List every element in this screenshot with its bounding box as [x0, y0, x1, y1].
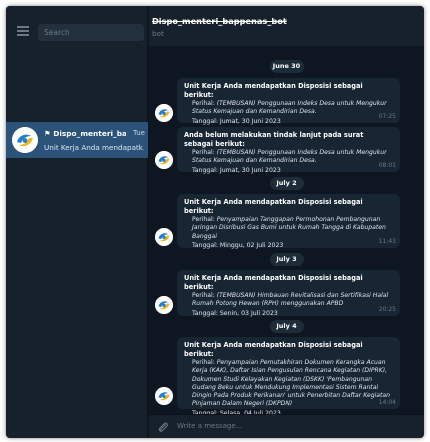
message-time: 20:25: [378, 306, 396, 313]
message-time: 08:01: [378, 162, 396, 169]
date-separator: June 30: [269, 60, 304, 73]
bappenas-logo-icon: [12, 127, 38, 153]
bappenas-logo-icon: [155, 296, 173, 314]
message-tanggal: Tanggal: Jumat, 30 Juni 2023: [192, 117, 281, 125]
perihal-text: (TEMBUSAN) Himbauan Revitalisasi dan Ser…: [192, 292, 389, 308]
message-perihal: Perihal: (TEMBUSAN) Penggunaan Indeks De…: [184, 100, 394, 117]
chat-header-title: Dispo_menteri_bappenas_bot: [152, 16, 287, 26]
bappenas-logo-icon: [155, 104, 173, 122]
message-perihal: Perihal: (TEMBUSAN) Penggunaan Indeks De…: [184, 149, 394, 166]
bot-avatar: [155, 387, 173, 405]
sidebar-topbar: Search: [6, 6, 148, 46]
message-title: Unit Kerja Anda mendapatkan Disposisi se…: [184, 82, 363, 99]
message-bubble[interactable]: Unit Kerja Anda mendapatkan Disposisi se…: [177, 337, 400, 417]
message-time: 11:43: [378, 238, 396, 245]
chat-list-sidebar: Search ⚑ Dispo_menteri_bapp... Tue Unit …: [6, 6, 148, 438]
bot-avatar: [155, 228, 173, 246]
message-bubble[interactable]: Unit Kerja Anda mendapatkan Disposisi se…: [177, 194, 400, 249]
chat-title-text: Dispo_menteri_bapp...: [53, 129, 126, 138]
bappenas-logo-icon: [155, 228, 173, 246]
bot-avatar: [155, 296, 173, 314]
chat-header-status: bot: [152, 29, 164, 38]
bot-avatar: [155, 104, 173, 122]
perihal-text: (TEMBUSAN) Penggunaan Indeks Desa untuk …: [192, 100, 387, 116]
hamburger-menu-icon[interactable]: [17, 26, 29, 36]
bot-avatar: [155, 151, 173, 169]
message-title: Unit Kerja Anda mendapatkan Disposisi se…: [184, 274, 363, 291]
message-perihal: Perihal: Penyampaian Pemutakhiran Dokume…: [184, 359, 394, 409]
chat-list-item[interactable]: ⚑ Dispo_menteri_bapp... Tue Unit Kerja A…: [6, 122, 148, 158]
chat-header[interactable]: Dispo_menteri_bappenas_bot bot: [149, 6, 424, 46]
perihal-label: Perihal:: [192, 292, 215, 299]
search-input[interactable]: Search: [38, 24, 144, 41]
telegram-window: Search ⚑ Dispo_menteri_bapp... Tue Unit …: [6, 6, 424, 438]
perihal-label: Perihal:: [192, 149, 215, 156]
message-time: 14:04: [378, 399, 396, 406]
message-list[interactable]: June 30 Unit Kerja Anda mendapatkan Disp…: [149, 46, 424, 417]
message-perihal: Perihal: (TEMBUSAN) Himbauan Revitalisas…: [184, 292, 394, 309]
message-bubble[interactable]: Unit Kerja Anda mendapatkan Disposisi se…: [177, 78, 400, 125]
message-tanggal: Tanggal: Senin, 03 Juli 2023: [192, 309, 278, 317]
chat-preview: Unit Kerja Anda mendapatk...: [44, 143, 144, 152]
message-tanggal: Tanggal: Jumat, 30 Juni 2023: [192, 166, 281, 174]
message-title: Unit Kerja Anda mendapatkan Disposisi se…: [184, 341, 363, 358]
paperclip-icon[interactable]: [156, 420, 170, 434]
perihal-label: Perihal:: [192, 100, 215, 107]
message-title: Anda belum melakukan tindak lanjut pada …: [184, 131, 364, 148]
chat-title: ⚑ Dispo_menteri_bapp...: [44, 129, 126, 138]
message-bubble[interactable]: Anda belum melakukan tindak lanjut pada …: [177, 127, 400, 174]
message-perihal: Perihal: Penyampaian Tanggapan Permohona…: [184, 216, 394, 241]
message-title: Unit Kerja Anda mendapatkan Disposisi se…: [184, 198, 363, 215]
bappenas-logo-icon: [155, 151, 173, 169]
date-separator: July 4: [269, 320, 304, 333]
perihal-label: Perihal:: [192, 216, 215, 223]
message-tanggal: Tanggal: Minggu, 02 Juli 2023: [192, 241, 284, 249]
perihal-text: Penyampaian Pemutakhiran Dokumen Kerangk…: [192, 359, 391, 408]
message-composer: Write a message...: [149, 414, 424, 438]
message-bubble[interactable]: Unit Kerja Anda mendapatkan Disposisi se…: [177, 270, 400, 317]
chat-time: Tue: [133, 129, 145, 137]
bot-avatar: [12, 127, 38, 153]
perihal-label: Perihal:: [192, 359, 215, 366]
perihal-text: Penyampaian Tanggapan Permohonan Pembang…: [192, 216, 386, 240]
date-separator: July 2: [269, 177, 304, 190]
message-time: 07:25: [378, 113, 396, 120]
bappenas-logo-icon: [155, 387, 173, 405]
message-input[interactable]: Write a message...: [177, 422, 242, 430]
bot-icon: ⚑: [44, 129, 54, 138]
perihal-text: (TEMBUSAN) Penggunaan Indeks Desa untuk …: [192, 149, 387, 165]
date-separator: July 3: [269, 253, 304, 266]
